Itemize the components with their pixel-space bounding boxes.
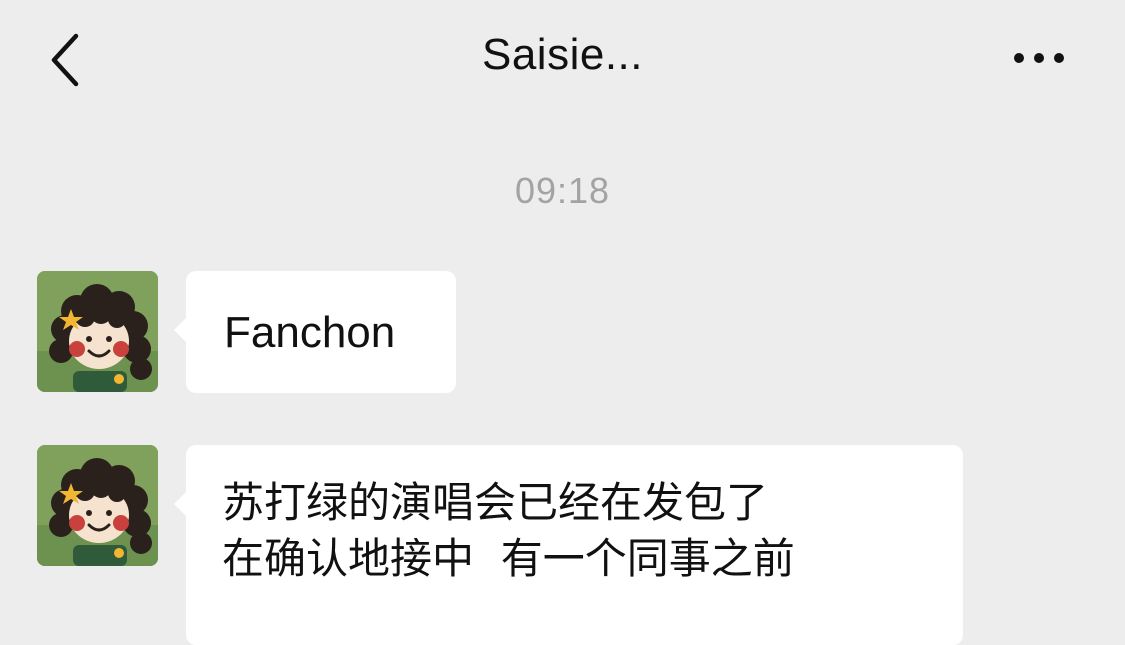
avatar[interactable]	[37, 271, 158, 392]
chat-title: Saisie...	[481, 30, 643, 79]
message-text: Fanchon	[224, 308, 396, 357]
avatar[interactable]	[37, 445, 158, 566]
message-bubble[interactable]: 苏打绿的演唱会已经在发包了 在确认地接中 有一个同事之前	[174, 445, 963, 645]
message-text: 苏打绿的演唱会已经在发包了 在确认地接中 有一个同事之前	[222, 478, 795, 583]
message-timestamp: 09:18	[514, 170, 611, 211]
chat-header: Saisie...	[0, 0, 1125, 120]
cartoon-girl-avatar-icon	[37, 445, 158, 566]
message-bubble[interactable]: Fanchon	[174, 271, 456, 393]
more-options-button[interactable]	[1005, 40, 1075, 80]
cartoon-girl-avatar-icon	[37, 271, 158, 392]
more-dots-icon	[1014, 53, 1064, 63]
